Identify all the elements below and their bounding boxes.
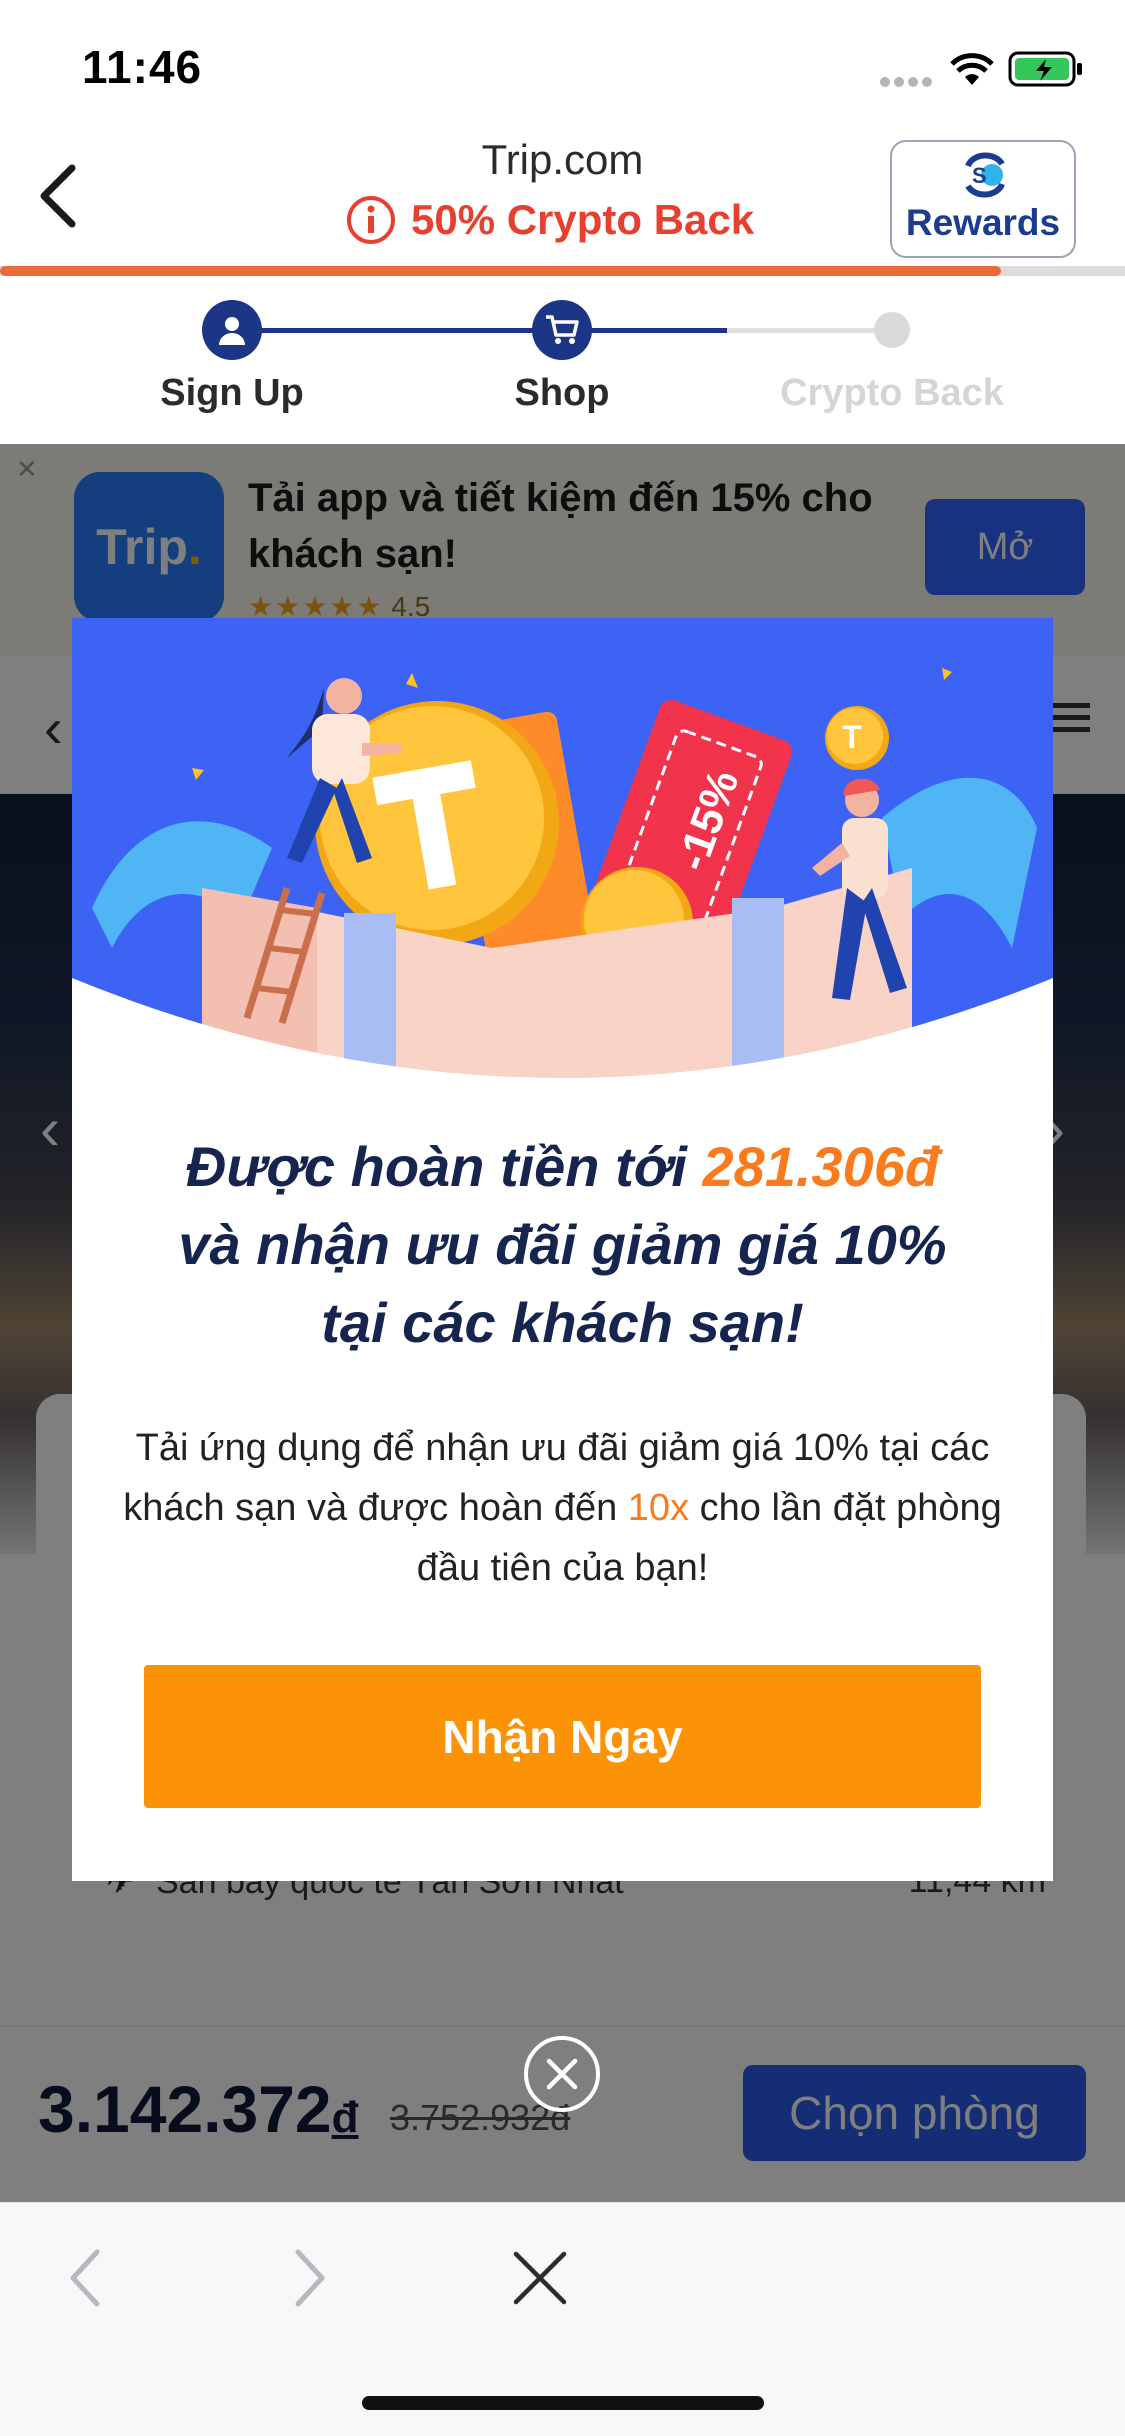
promo-modal: -15% T Được hoàn tiền tới 281.306đ và nh… xyxy=(72,618,1053,1881)
modal-title: Được hoàn tiền tới 281.306đ và nhận ưu đ… xyxy=(72,1128,1053,1362)
steps-indicator: Sign Up Shop Crypto Back xyxy=(0,276,1125,444)
step-cryptoback-dot xyxy=(874,312,910,348)
rewards-logo-icon: S xyxy=(965,152,1005,198)
progress-bar xyxy=(0,266,1125,276)
chevron-right-icon xyxy=(295,2249,325,2307)
cashback-amount: 281.306đ xyxy=(702,1135,940,1198)
step-connector-pending xyxy=(727,328,892,333)
close-icon xyxy=(546,2058,578,2090)
modal-title-pre: Được hoàn tiền tới xyxy=(185,1135,703,1198)
close-modal-button[interactable] xyxy=(524,2036,600,2112)
status-bar: 11:46 xyxy=(0,0,1125,132)
battery-icon xyxy=(1008,51,1082,87)
promo-illustration: -15% T xyxy=(72,618,1053,1088)
chevron-left-icon xyxy=(70,2249,100,2307)
modal-title-post: và nhận ưu đãi giảm giá 10% tại các khác… xyxy=(178,1213,947,1354)
header-bar: Trip.com 50% Crypto Back S Rewards xyxy=(0,132,1125,272)
rewards-button[interactable]: S Rewards xyxy=(890,140,1076,258)
svg-text:T: T xyxy=(842,719,862,755)
wifi-icon xyxy=(950,53,994,85)
step-connector-done xyxy=(232,328,562,333)
browser-back-button[interactable] xyxy=(40,2233,130,2323)
rewards-label: Rewards xyxy=(905,202,1061,243)
signal-icon xyxy=(880,74,936,87)
claim-now-button[interactable]: Nhận Ngay xyxy=(144,1665,981,1808)
browser-forward-button[interactable] xyxy=(265,2233,355,2323)
home-indicator[interactable] xyxy=(362,2396,764,2410)
crypto-back-text: 50% Crypto Back xyxy=(411,196,755,243)
info-icon xyxy=(347,196,395,244)
step-label-shop: Shop xyxy=(514,372,610,414)
step-signup-dot xyxy=(202,300,262,360)
cart-icon xyxy=(546,315,579,344)
close-icon xyxy=(513,2251,567,2305)
status-time: 11:46 xyxy=(82,41,203,93)
step-label-signup: Sign Up xyxy=(160,372,304,414)
modal-desc-highlight: 10x xyxy=(627,1487,690,1529)
browser-close-button[interactable] xyxy=(495,2233,585,2323)
svg-text:S: S xyxy=(972,163,987,188)
modal-description: Tải ứng dụng để nhận ưu đãi giảm giá 10%… xyxy=(112,1418,1013,1598)
step-label-cryptoback: Crypto Back xyxy=(780,372,1004,414)
progress-fill xyxy=(0,266,1002,276)
crypto-back-label: 50% Crypto Back xyxy=(345,192,754,248)
user-icon xyxy=(219,317,245,345)
step-shop-dot xyxy=(532,300,592,360)
